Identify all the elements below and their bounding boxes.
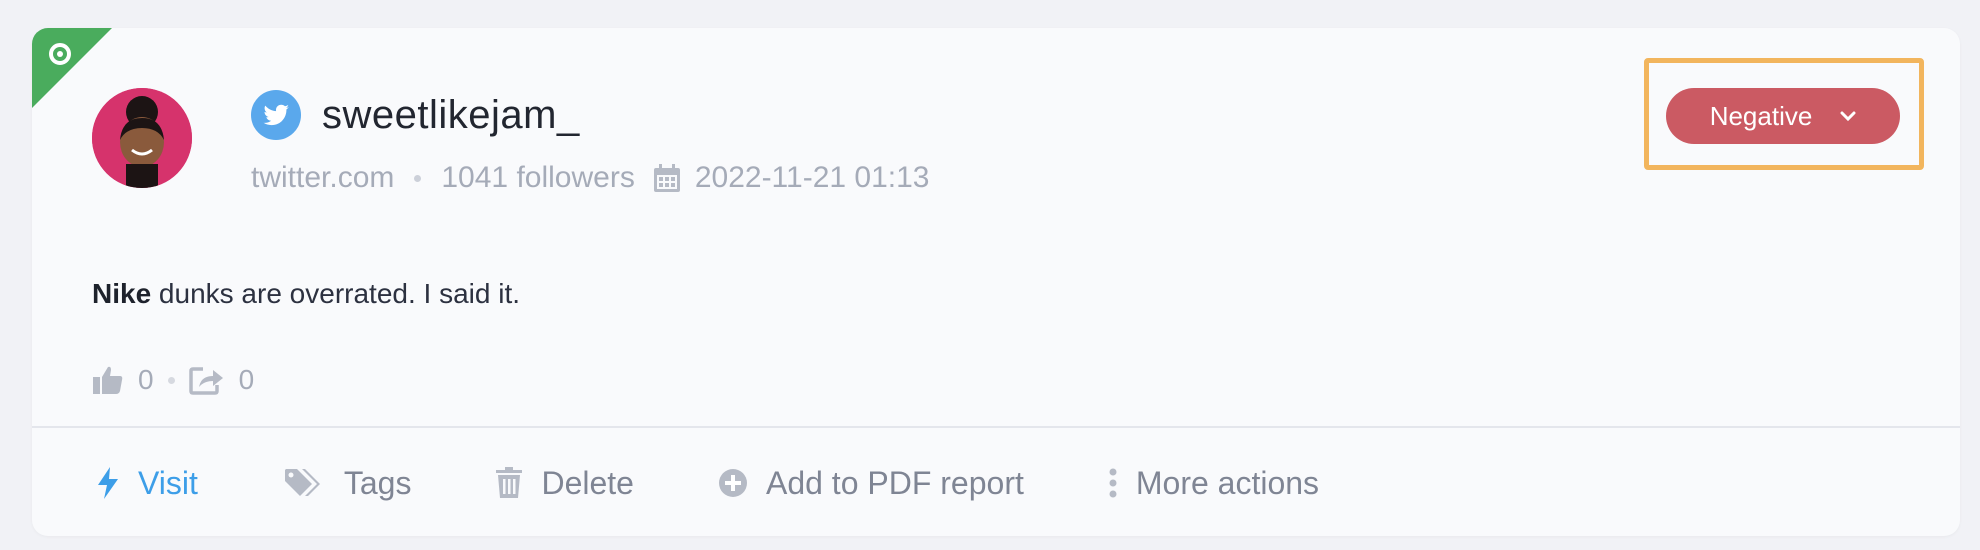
visit-label: Visit: [138, 464, 198, 501]
meta-separator: [414, 174, 422, 182]
tags-button[interactable]: Tags: [284, 464, 412, 502]
tags-icon: [284, 469, 320, 496]
stats-separator: [167, 376, 175, 384]
vertical-ellipsis-icon: [1109, 468, 1117, 498]
share-icon: [188, 367, 223, 395]
sentiment-label: Negative: [1709, 100, 1813, 131]
thumbs-up-icon: [93, 366, 123, 394]
source-domain[interactable]: twitter.com: [251, 158, 394, 198]
share-count: 0: [238, 364, 255, 395]
delete-label: Delete: [541, 464, 634, 501]
post-keyword: Nike: [92, 278, 152, 309]
add-to-pdf-button[interactable]: Add to PDF report: [718, 465, 1024, 502]
mention-card: sweetlikejam_ twitter.com 1041 followers…: [32, 28, 1960, 536]
delete-button[interactable]: Delete: [495, 465, 634, 502]
follower-count: 1041 followers: [441, 161, 635, 194]
like-count: 0: [138, 364, 154, 395]
visit-button[interactable]: Visit: [96, 465, 198, 502]
chevron-down-icon: [1840, 111, 1856, 122]
sentiment-dropdown[interactable]: Negative: [1666, 88, 1900, 144]
more-actions-label: More actions: [1135, 464, 1320, 501]
trash-icon: [496, 467, 523, 498]
post-date: 2022-11-21 01:13: [694, 161, 930, 194]
author-username[interactable]: sweetlikejam_: [322, 90, 580, 140]
action-bar: Visit Tags Delete Add to PDF report More…: [96, 448, 1403, 518]
lightning-bolt-icon: [98, 467, 118, 499]
avatar[interactable]: [92, 88, 192, 188]
twitter-bird-icon: [251, 90, 301, 140]
calendar-icon: [653, 164, 680, 192]
engagement-stats: 0 0: [92, 364, 254, 396]
tags-label: Tags: [343, 464, 412, 501]
plus-circle-icon: [718, 469, 747, 497]
post-meta: twitter.com 1041 followers 2022-11-21 01…: [251, 158, 929, 198]
divider: [32, 426, 1960, 428]
more-actions-button[interactable]: More actions: [1108, 465, 1319, 502]
add-to-pdf-label: Add to PDF report: [765, 464, 1024, 501]
seen-eye-icon: [32, 28, 112, 108]
post-text: Nike dunks are overrated. I said it.: [92, 274, 520, 314]
post-body: dunks are overrated. I said it.: [151, 278, 521, 309]
